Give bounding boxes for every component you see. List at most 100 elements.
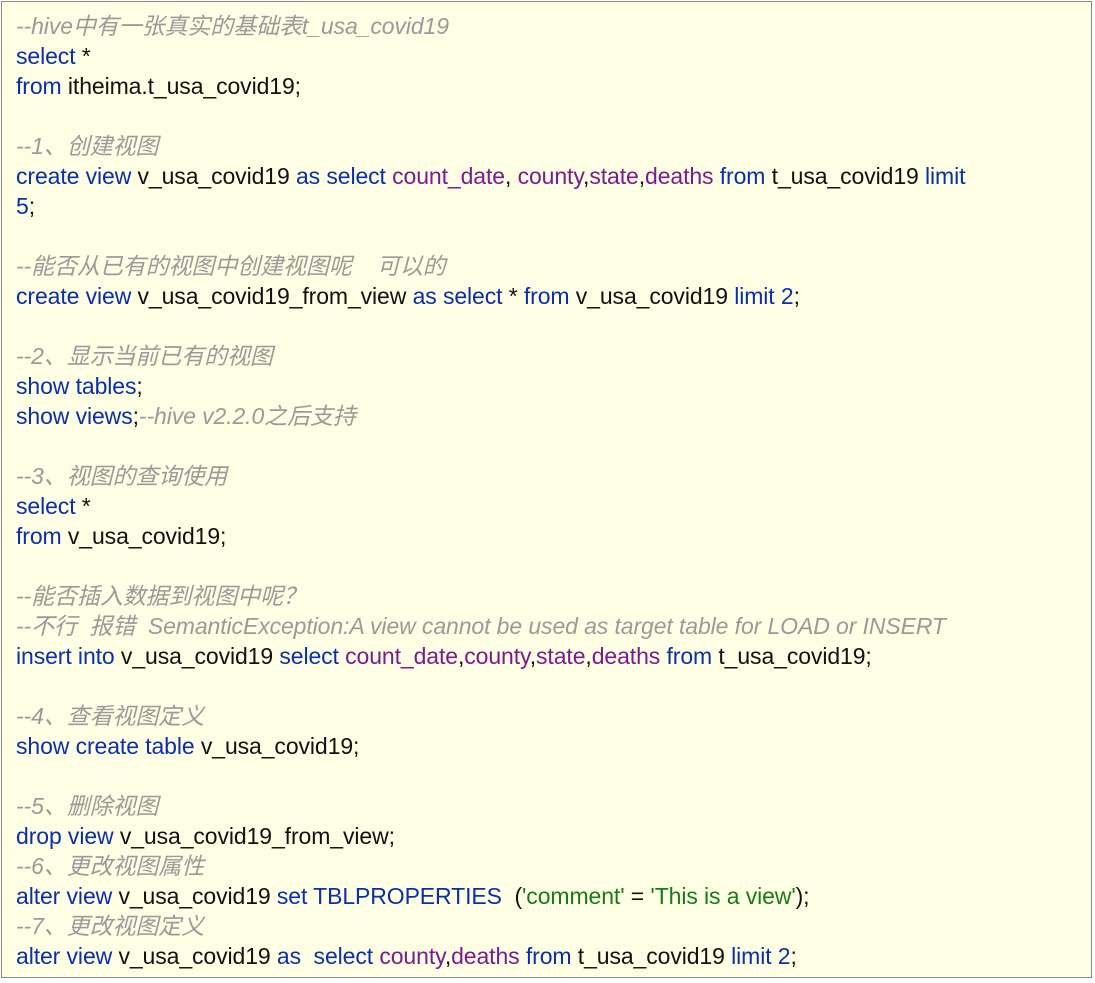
- column-name: state: [589, 163, 639, 189]
- string-literal: 'This is a view': [650, 883, 796, 909]
- code-line: select *: [16, 41, 91, 71]
- sql-comment: --4、查看视图定义: [16, 703, 205, 729]
- column-name: count_date: [345, 643, 458, 669]
- code-comment-line: --2、显示当前已有的视图: [16, 341, 273, 371]
- sql-comment: --不行 报错 SemanticException:A view cannot …: [16, 613, 946, 639]
- code-line: from itheima.t_usa_covid19;: [16, 71, 301, 101]
- code-text: v_usa_covid19_from_view: [131, 283, 413, 309]
- code-comment-line: --3、视图的查询使用: [16, 461, 227, 491]
- sql-keyword: select: [279, 643, 339, 669]
- code-text: *: [75, 43, 91, 69]
- code-comment-line: --不行 报错 SemanticException:A view cannot …: [16, 611, 946, 641]
- code-text: t_usa_covid19: [571, 943, 732, 969]
- code-text: ,: [504, 163, 518, 189]
- code-line: from v_usa_covid19;: [16, 521, 226, 551]
- code-text: ;: [790, 943, 797, 969]
- sql-keyword: alter view: [16, 943, 113, 969]
- code-comment-line: --能否从已有的视图中创建视图呢 可以的: [16, 251, 446, 281]
- code-text: );: [795, 883, 810, 909]
- column-name: county: [379, 943, 445, 969]
- sql-keyword: from: [16, 73, 62, 99]
- code-text: v_usa_covid19: [114, 643, 280, 669]
- sql-keyword: create view: [16, 283, 132, 309]
- sql-comment: --hive v2.2.0之后支持: [138, 403, 356, 429]
- column-name: deaths: [645, 163, 714, 189]
- code-line: alter view v_usa_covid19 set TBLPROPERTI…: [16, 881, 810, 911]
- code-text: ;: [28, 193, 35, 219]
- code-text: t_usa_covid19;: [712, 643, 872, 669]
- code-text: v_usa_covid19: [569, 283, 735, 309]
- sql-keyword: from: [666, 643, 713, 669]
- code-line: show create table v_usa_covid19;: [16, 731, 359, 761]
- sql-keyword: as select: [412, 283, 503, 309]
- string-literal: 'comment': [522, 883, 625, 909]
- code-text: (: [501, 883, 523, 909]
- sql-keyword: create view: [16, 163, 132, 189]
- column-name: county: [517, 163, 584, 189]
- code-line: create view v_usa_covid19 as select coun…: [16, 161, 965, 191]
- sql-comment: --能否从已有的视图中创建视图呢 可以的: [16, 253, 446, 279]
- code-comment-line: --4、查看视图定义: [16, 701, 204, 731]
- code-line: 5;: [16, 191, 35, 221]
- code-text: v_usa_covid19_from_view;: [113, 823, 395, 849]
- code-text: itheima.t_usa_covid19;: [61, 73, 301, 99]
- code-comment-line: --6、更改视图属性: [16, 851, 204, 881]
- code-text: v_usa_covid19: [112, 943, 277, 969]
- column-name: state: [536, 643, 586, 669]
- code-line: select *: [16, 491, 91, 521]
- code-text: ;: [793, 283, 800, 309]
- code-text: *: [75, 493, 91, 519]
- sql-comment: --5、删除视图: [16, 793, 159, 819]
- sql-keyword: from: [523, 283, 570, 309]
- sql-keyword: from: [719, 163, 766, 189]
- code-text: *: [502, 283, 524, 309]
- sql-keyword: show tables: [16, 373, 137, 399]
- sql-comment: --6、更改视图属性: [16, 853, 205, 879]
- sql-keyword: drop view: [16, 823, 114, 849]
- code-comment-line: --5、删除视图: [16, 791, 158, 821]
- code-comment-line: --hive中有一张真实的基础表t_usa_covid19: [16, 11, 449, 41]
- code-line: show tables;: [16, 371, 143, 401]
- sql-comment: --7、更改视图定义: [16, 913, 205, 939]
- sql-keyword: select: [16, 43, 76, 69]
- sql-keyword: 5: [16, 193, 29, 219]
- sql-keyword: show create table: [16, 733, 195, 759]
- sql-keyword: alter view: [16, 883, 113, 909]
- sql-comment: --3、视图的查询使用: [16, 463, 228, 489]
- code-text: v_usa_covid19: [112, 883, 277, 909]
- code-line: insert into v_usa_covid19 select count_d…: [16, 641, 872, 671]
- column-name: deaths: [591, 643, 661, 669]
- column-name: count_date: [392, 163, 505, 189]
- code-line: show views;--hive v2.2.0之后支持: [16, 401, 356, 431]
- sql-keyword: show views: [16, 403, 133, 429]
- sql-code-block: --hive中有一张真实的基础表t_usa_covid19 select * fro…: [1, 1, 1092, 978]
- sql-keyword: insert into: [16, 643, 115, 669]
- code-line: alter view v_usa_covid19 as select count…: [16, 941, 797, 971]
- sql-keyword: as select: [276, 943, 374, 969]
- sql-keyword: limit: [925, 163, 966, 189]
- sql-comment: --hive中有一张真实的基础表t_usa_covid19: [16, 13, 449, 39]
- sql-keyword: as select: [295, 163, 386, 189]
- sql-keyword: limit 2: [734, 283, 794, 309]
- code-comment-line: --1、创建视图: [16, 131, 158, 161]
- code-comment-line: --能否插入数据到视图中呢？: [16, 581, 306, 611]
- column-name: county: [464, 643, 530, 669]
- sql-comment: --能否插入数据到视图中呢？: [16, 583, 306, 609]
- code-text: v_usa_covid19;: [61, 523, 227, 549]
- code-line: create view v_usa_covid19_from_view as s…: [16, 281, 800, 311]
- code-text: v_usa_covid19;: [194, 733, 360, 759]
- sql-keyword: set TBLPROPERTIES: [276, 883, 502, 909]
- sql-keyword: select: [16, 493, 76, 519]
- code-line: drop view v_usa_covid19_from_view;: [16, 821, 395, 851]
- sql-keyword: from: [16, 523, 62, 549]
- sql-keyword: from: [525, 943, 572, 969]
- code-text: v_usa_covid19: [131, 163, 296, 189]
- sql-keyword: limit 2: [731, 943, 791, 969]
- code-comment-line: --7、更改视图定义: [16, 911, 204, 941]
- column-name: deaths: [451, 943, 520, 969]
- code-text: ;: [136, 373, 143, 399]
- sql-comment: --1、创建视图: [16, 133, 159, 159]
- code-text: t_usa_covid19: [765, 163, 925, 189]
- code-text: =: [624, 883, 651, 909]
- sql-comment: --2、显示当前已有的视图: [16, 343, 273, 369]
